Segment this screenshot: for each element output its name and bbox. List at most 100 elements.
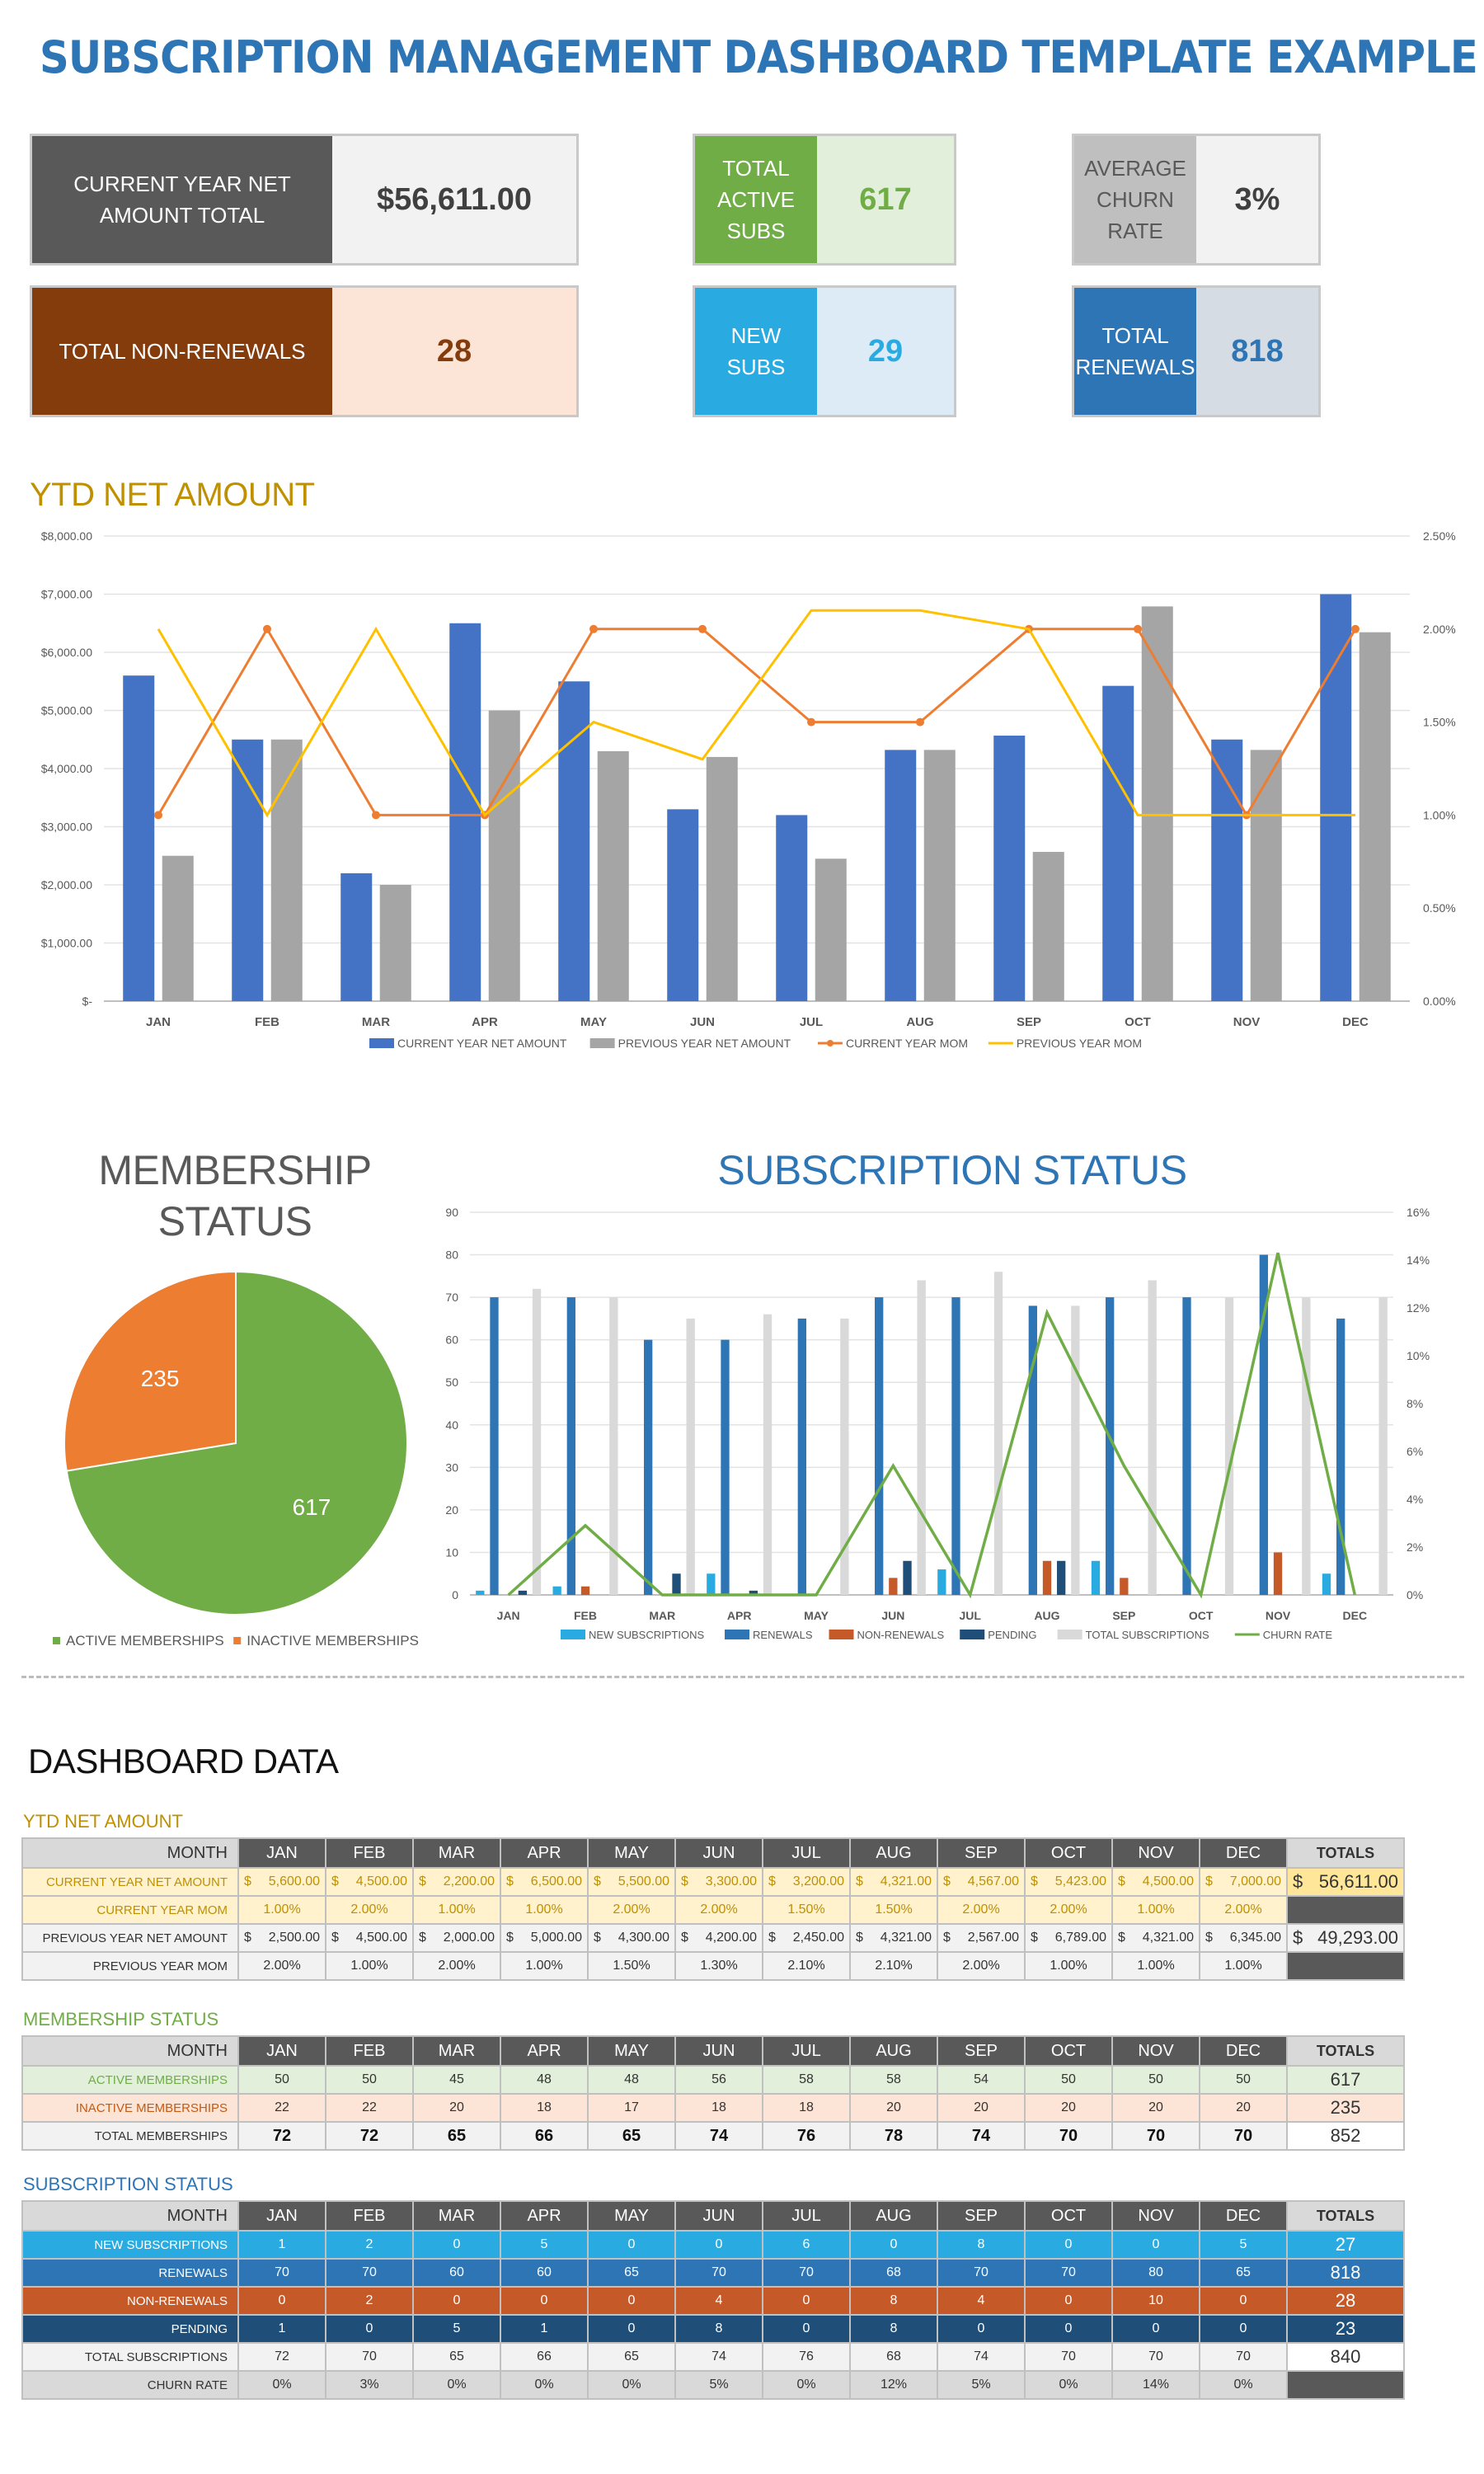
bar-current-year-net-amount-mar bbox=[340, 872, 373, 1001]
line-previous-year-mom bbox=[157, 609, 1355, 818]
table-cell: 60 bbox=[500, 2258, 589, 2288]
x-tick-label: JUN bbox=[881, 1609, 904, 1622]
y-tick-label: 10 bbox=[445, 1545, 458, 1559]
table-cell: 10 bbox=[1111, 2286, 1200, 2316]
kpi-label: NEW SUBS bbox=[695, 288, 817, 415]
row-label: PENDING bbox=[21, 2314, 239, 2344]
kpi-card-total-active-subs: TOTAL ACTIVE SUBS 617 bbox=[693, 134, 956, 266]
bar-previous-year-net-amount-aug bbox=[923, 750, 956, 1001]
y2-tick-label: 4% bbox=[1407, 1493, 1423, 1506]
table-cell: $4,321.00 bbox=[849, 1923, 938, 1953]
month-header-oct: OCT bbox=[1024, 2200, 1113, 2232]
month-header-oct: OCT bbox=[1024, 1837, 1113, 1869]
bar-new-subscriptions-dec bbox=[1322, 1573, 1331, 1595]
table-cell: 70 bbox=[1024, 2258, 1113, 2288]
table-cell: 0% bbox=[500, 2370, 589, 2400]
table-cell: 50 bbox=[1199, 2065, 1288, 2095]
table-cell: 0% bbox=[412, 2370, 501, 2400]
table-cell: 1.00% bbox=[500, 1951, 589, 1981]
table-cell: 20 bbox=[849, 2093, 938, 2123]
currency-symbol: $ bbox=[506, 1931, 514, 1945]
table-cell: 2.00% bbox=[937, 1951, 1026, 1981]
cell-value: 4,300.00 bbox=[618, 1931, 669, 1945]
table-cell: 70 bbox=[325, 2342, 414, 2372]
cell-value: 6,345.00 bbox=[1229, 1931, 1281, 1945]
y2-tick-label: 10% bbox=[1407, 1349, 1430, 1362]
table-cell: 0 bbox=[849, 2230, 938, 2260]
cell-value: 7,000.00 bbox=[1229, 1874, 1281, 1888]
table-cell: 20 bbox=[937, 2093, 1026, 2123]
table-cell: 1.00% bbox=[412, 1895, 501, 1925]
table-cell: 8 bbox=[849, 2286, 938, 2316]
y2-tick-label: 1.00% bbox=[1423, 808, 1456, 821]
table-cell: 2 bbox=[325, 2286, 414, 2316]
y2-tick-label: 16% bbox=[1407, 1206, 1430, 1219]
row-total: 617 bbox=[1286, 2065, 1405, 2095]
bar-renewals-may bbox=[797, 1318, 806, 1595]
table-cell: 54 bbox=[937, 2065, 1026, 2095]
table-row-total-subscriptions: TOTAL SUBSCRIPTIONS 72 70 65 66 65 74 76 68 74 70 7… bbox=[21, 2342, 1405, 2372]
table-cell: 0 bbox=[587, 2286, 676, 2316]
x-tick-label: SEP bbox=[1017, 1015, 1041, 1029]
currency-symbol: $ bbox=[1118, 1931, 1125, 1945]
table-cell: 1.00% bbox=[1111, 1951, 1200, 1981]
table-cell: 2.00% bbox=[1199, 1895, 1288, 1925]
table-cell: 1.50% bbox=[587, 1951, 676, 1981]
bar-pending-aug bbox=[1057, 1560, 1066, 1595]
y2-tick-label: 6% bbox=[1407, 1445, 1423, 1458]
table-cell: $6,345.00 bbox=[1199, 1923, 1288, 1953]
subscription-status-table: MONTH JAN FEB MAR APR MAY JUN JUL AUG SEP OCT NOV DE… bbox=[21, 2200, 1405, 2400]
bar-current-year-net-amount-dec bbox=[1320, 594, 1352, 1001]
table-cell: 72 bbox=[237, 2342, 326, 2372]
legend-label-total-subscriptions: TOTAL SUBSCRIPTIONS bbox=[1086, 1629, 1209, 1641]
currency-symbol: $ bbox=[1293, 1871, 1303, 1892]
y-tick-label: $5,000.00 bbox=[41, 704, 92, 717]
y2-tick-label: 0.00% bbox=[1423, 995, 1456, 1008]
table-cell: 2.00% bbox=[1024, 1895, 1113, 1925]
cell-value: 5,600.00 bbox=[268, 1874, 320, 1888]
y-tick-label: 70 bbox=[445, 1291, 458, 1304]
table-cell: 12% bbox=[849, 2370, 938, 2400]
row-total bbox=[1286, 2370, 1405, 2400]
month-header-apr: APR bbox=[500, 2035, 589, 2067]
currency-symbol: $ bbox=[1205, 1874, 1213, 1888]
y2-tick-label: 2.50% bbox=[1423, 529, 1456, 543]
marker-current-year-mom bbox=[154, 811, 162, 820]
table-cell: 0 bbox=[412, 2286, 501, 2316]
x-tick-label: NOV bbox=[1233, 1015, 1261, 1029]
table-cell: 70 bbox=[1024, 2342, 1113, 2372]
cell-value: 5,500.00 bbox=[618, 1874, 669, 1888]
table-cell: 17 bbox=[587, 2093, 676, 2123]
bar-total-subscriptions-apr bbox=[763, 1314, 773, 1595]
currency-symbol: $ bbox=[244, 1931, 251, 1945]
table-row-renewals: RENEWALS 70 70 60 60 65 70 70 68 70 70 80 65 818 bbox=[21, 2258, 1405, 2288]
table-cell: 68 bbox=[849, 2258, 938, 2288]
table-row-non-renewals: NON-RENEWALS 0 2 0 0 0 4 0 8 4 0 10 0 28 bbox=[21, 2286, 1405, 2316]
currency-symbol: $ bbox=[419, 1874, 426, 1888]
month-header-dec: DEC bbox=[1199, 1837, 1288, 1869]
legend-swatch-pending bbox=[960, 1630, 985, 1639]
line-current-year-mom bbox=[157, 626, 1357, 818]
month-header-jan: JAN bbox=[237, 2200, 326, 2232]
bar-previous-year-net-amount-nov bbox=[1250, 750, 1282, 1001]
kpi-card-new-subs: NEW SUBS 29 bbox=[693, 285, 956, 417]
cell-value: 2,450.00 bbox=[792, 1931, 844, 1945]
table-cell: 14% bbox=[1111, 2370, 1200, 2400]
bar-current-year-net-amount-jun bbox=[667, 809, 699, 1001]
table-cell: 70 bbox=[325, 2258, 414, 2288]
month-header-aug: AUG bbox=[849, 2035, 938, 2067]
table-cell: 1.00% bbox=[1199, 1951, 1288, 1981]
row-label: INACTIVE MEMBERSHIPS bbox=[21, 2093, 239, 2123]
table-cell: 2.00% bbox=[674, 1895, 763, 1925]
table-cell: 2 bbox=[325, 2230, 414, 2260]
table-cell: 5 bbox=[412, 2314, 501, 2344]
table-cell: 70 bbox=[1199, 2342, 1288, 2372]
table-cell: 1.50% bbox=[849, 1895, 938, 1925]
section-divider bbox=[21, 1676, 1464, 1678]
month-header-may: MAY bbox=[587, 2200, 676, 2232]
table-cell: 74 bbox=[674, 2342, 763, 2372]
row-total: 23 bbox=[1286, 2314, 1405, 2344]
table-cell: 0 bbox=[1024, 2314, 1113, 2344]
kpi-label: CURRENT YEAR NET AMOUNT TOTAL bbox=[32, 136, 332, 263]
table-row-previous-year-net-amount: PREVIOUS YEAR NET AMOUNT $2,500.00 $4,500.… bbox=[21, 1923, 1405, 1953]
